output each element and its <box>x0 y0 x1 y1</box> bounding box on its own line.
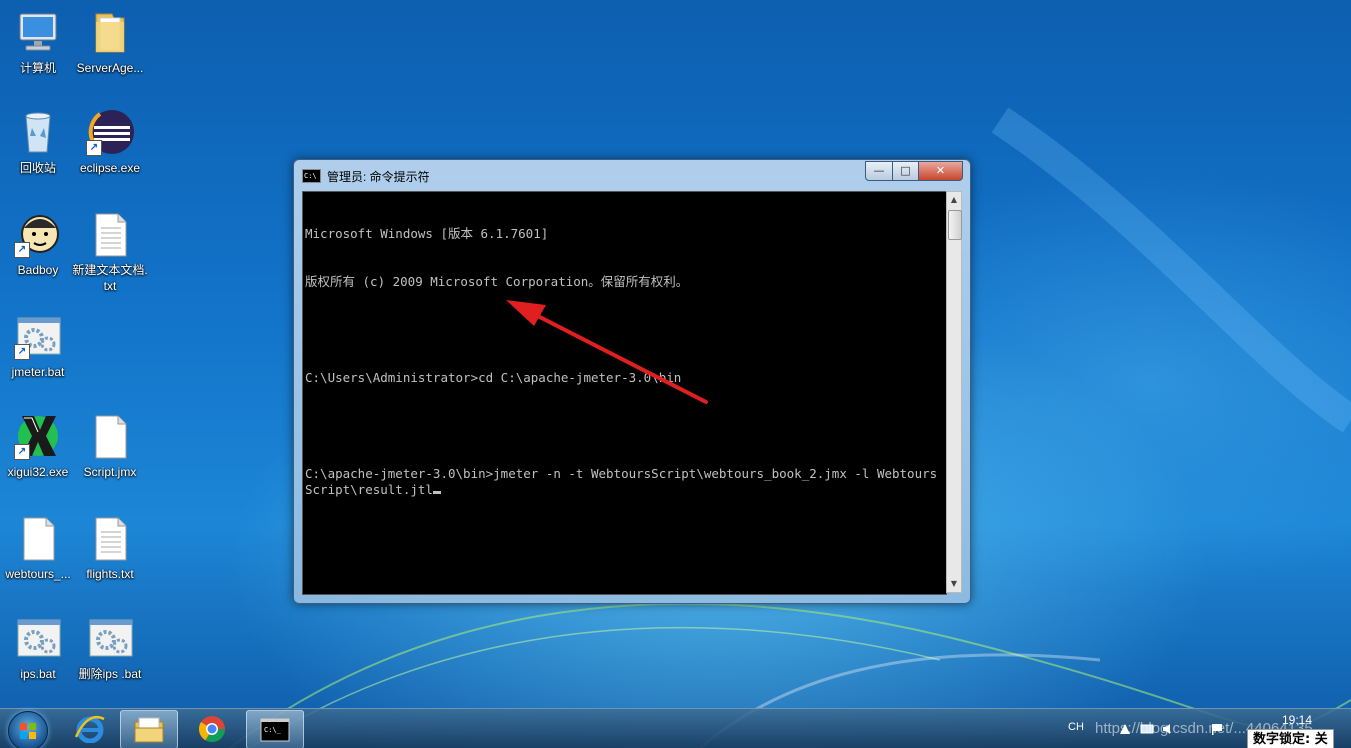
console-input-line[interactable]: C:\apache-jmeter-3.0\bin>jmeter -n -t We… <box>305 466 943 498</box>
desktop-icon-label: webtours_... <box>5 567 71 581</box>
text-file-icon <box>86 210 134 258</box>
maximize-button[interactable]: □ <box>893 161 919 181</box>
desktop-icon-webtours[interactable]: webtours_... <box>0 514 76 582</box>
taskbar-explorer-button[interactable] <box>120 710 178 748</box>
cmd-icon: C:\_ <box>260 718 290 742</box>
desktop-icon-label: Script.jmx <box>83 465 137 479</box>
shortcut-arrow-icon: ↗ <box>86 140 102 156</box>
svg-text:C:\_: C:\_ <box>264 726 282 734</box>
desktop-icon-flights-txt[interactable]: flights.txt <box>72 514 148 582</box>
desktop-icon-label: Badboy <box>17 263 59 277</box>
desktop-icon-label: 计算机 <box>19 61 56 75</box>
vertical-scrollbar[interactable]: ▲ ▼ <box>946 191 962 593</box>
desktop-icon-badboy[interactable]: ↗ Badboy <box>0 210 76 278</box>
text-file-icon <box>86 514 134 562</box>
close-button[interactable]: ✕ <box>919 161 963 181</box>
command-prompt-window[interactable]: C:\ 管理员: 命令提示符 — □ ✕ Microsoft Windows [… <box>293 159 971 604</box>
desktop-icon-label: 删除ips .bat <box>78 667 142 681</box>
desktop-icon-new-text-doc[interactable]: 新建文本文档.txt <box>72 210 148 294</box>
cmd-icon: C:\ <box>302 169 321 183</box>
desktop-icon-recycle-bin[interactable]: 回收站 <box>0 108 76 176</box>
console-line: C:\Users\Administrator>cd C:\apache-jmet… <box>305 370 682 385</box>
console-command: C:\apache-jmeter-3.0\bin>jmeter -n -t We… <box>305 466 938 497</box>
batch-file-icon <box>14 614 62 662</box>
minimize-button[interactable]: — <box>865 161 893 181</box>
desktop-icon-script-jmx[interactable]: Script.jmx <box>72 412 148 480</box>
shortcut-arrow-icon: ↗ <box>14 242 30 258</box>
ie-icon <box>74 715 105 743</box>
window-title: 管理员: 命令提示符 <box>327 169 430 184</box>
scroll-up-arrow-icon[interactable]: ▲ <box>947 192 961 208</box>
batch-file-icon <box>86 614 134 662</box>
window-title-bar[interactable]: C:\ 管理员: 命令提示符 <box>302 166 430 186</box>
explorer-icon <box>134 717 164 743</box>
console-line: 版权所有 (c) 2009 Microsoft Corporation。保留所有… <box>305 274 689 289</box>
desktop-icon-label: flights.txt <box>86 567 134 581</box>
blank-file-icon <box>86 412 134 460</box>
desktop-icon-ips-bat[interactable]: ips.bat <box>0 614 76 682</box>
desktop-icon-delete-ips-bat[interactable]: 删除ips .bat <box>72 614 148 682</box>
numlock-indicator: 数字锁定: 关 <box>1247 729 1334 748</box>
chrome-icon <box>198 716 226 743</box>
text-cursor <box>432 491 441 494</box>
desktop-icon-label: xigui32.exe <box>7 465 69 479</box>
eclipse-icon: ↗ <box>86 108 134 156</box>
recycle-bin-icon <box>14 108 62 156</box>
window-controls: — □ ✕ <box>865 161 963 181</box>
shortcut-arrow-icon: ↗ <box>14 344 30 360</box>
console-text: Microsoft Windows [版本 6.1.7601] 版权所有 (c)… <box>305 194 943 530</box>
shortcut-arrow-icon: ↗ <box>14 444 30 460</box>
start-orb-icon <box>20 723 36 739</box>
taskbar-chrome-button[interactable] <box>184 710 240 747</box>
desktop-icon-label: eclipse.exe <box>79 161 141 175</box>
console-output[interactable]: Microsoft Windows [版本 6.1.7601] 版权所有 (c)… <box>302 191 947 595</box>
scrollbar-thumb[interactable] <box>948 210 962 240</box>
taskbar-cmd-button[interactable]: C:\_ <box>246 710 304 748</box>
xigui-icon: ↗ <box>14 412 62 460</box>
language-indicator[interactable]: CH <box>1068 721 1084 733</box>
console-line: Microsoft Windows [版本 6.1.7601] <box>305 226 549 241</box>
scroll-down-arrow-icon[interactable]: ▼ <box>947 576 961 592</box>
desktop-icon-label: ips.bat <box>20 667 56 681</box>
folder-icon <box>86 8 134 56</box>
blank-file-icon <box>14 514 62 562</box>
desktop-icon-label: ServerAge... <box>76 61 144 75</box>
desktop-icon-serveragent[interactable]: ServerAge... <box>72 8 148 76</box>
desktop-icon-label: 回收站 <box>19 161 56 175</box>
desktop-icon-computer[interactable]: 计算机 <box>0 8 76 76</box>
desktop-icon-eclipse[interactable]: ↗ eclipse.exe <box>72 108 148 176</box>
badboy-icon: ↗ <box>14 210 62 258</box>
taskbar-ie-button[interactable] <box>62 710 118 747</box>
desktop-icon-label: jmeter.bat <box>11 365 65 379</box>
desktop-icon-xigui[interactable]: ↗ xigui32.exe <box>0 412 76 480</box>
desktop-icon-label: 新建文本文档.txt <box>72 263 148 293</box>
start-button[interactable] <box>8 711 48 748</box>
batch-file-icon: ↗ <box>14 312 62 360</box>
desktop-icon-jmeter-bat[interactable]: ↗ jmeter.bat <box>0 312 76 380</box>
computer-icon <box>14 8 62 56</box>
